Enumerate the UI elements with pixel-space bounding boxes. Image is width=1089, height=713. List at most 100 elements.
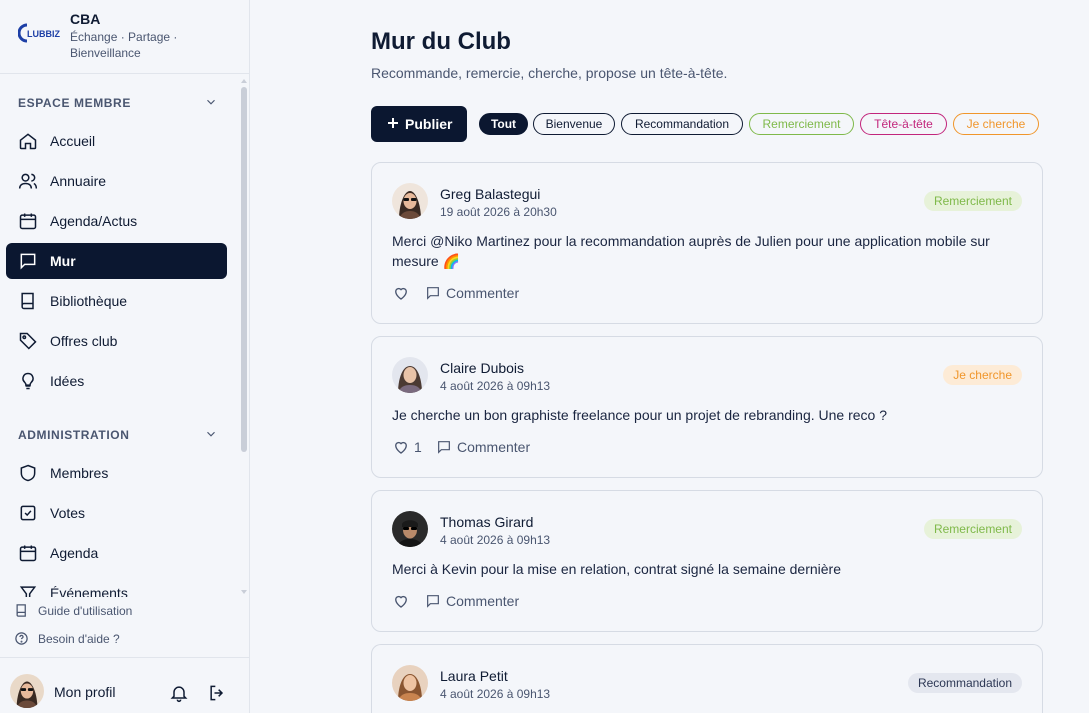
- sidebar-item-label: Agenda: [50, 545, 99, 561]
- filter-tete-a-tete[interactable]: Tête-à-tête: [860, 113, 947, 135]
- sidebar-item-mur[interactable]: Mur: [6, 243, 227, 279]
- sidebar-item-agenda-actus[interactable]: Agenda/Actus: [6, 203, 227, 239]
- sidebar-item-label: Annuaire: [50, 173, 107, 189]
- comment-label: Commenter: [446, 593, 520, 609]
- post-text: Je cherche un bon graphiste freelance po…: [392, 407, 887, 423]
- heart-icon[interactable]: [392, 284, 410, 302]
- scroll-down-arrow[interactable]: [240, 589, 248, 595]
- club-tagline: Échange · Partage · Bienveillance: [70, 30, 178, 60]
- calendar-icon: [19, 213, 37, 230]
- calendar-icon: [19, 545, 37, 562]
- post-author[interactable]: Thomas Girard: [440, 514, 533, 530]
- clubbiz-logo: LUBBIZ: [18, 23, 60, 43]
- comment-icon: [427, 287, 439, 300]
- avatar[interactable]: [392, 357, 428, 393]
- post-card: Claire Dubois 4 août 2026 à 09h13 Je che…: [371, 336, 1043, 478]
- page-title: Mur du Club: [371, 28, 511, 55]
- comment-label: Commenter: [457, 439, 531, 455]
- sidebar-item-label: Agenda/Actus: [50, 213, 138, 229]
- post-date: 19 août 2026 à 20h30: [440, 205, 557, 219]
- guide-label: Guide d'utilisation: [38, 604, 133, 618]
- sidebar-item-votes[interactable]: Votes: [6, 495, 227, 531]
- avatar[interactable]: [392, 665, 428, 701]
- heart-icon[interactable]: [392, 592, 410, 610]
- sidebar-item-accueil[interactable]: Accueil: [6, 123, 227, 159]
- logout-icon[interactable]: [207, 683, 227, 703]
- sidebar-nav: ESPACE MEMBRE Accueil Annuaire Agenda/Ac…: [0, 75, 248, 597]
- home-icon: [19, 133, 37, 150]
- sidebar-scrollbar-thumb[interactable]: [241, 87, 247, 452]
- club-name: CBA: [70, 11, 101, 27]
- sidebar-item-label: Membres: [50, 465, 109, 481]
- sidebar-item-label: Idées: [50, 373, 85, 389]
- scroll-up-arrow[interactable]: [240, 78, 248, 84]
- bell-icon[interactable]: [169, 683, 189, 703]
- filter-bienvenue[interactable]: Bienvenue: [533, 113, 615, 135]
- section-label: ESPACE MEMBRE: [18, 96, 131, 110]
- sidebar-item-idees[interactable]: Idées: [6, 363, 227, 399]
- post-text: Merci à Kevin pour la mise en relation, …: [392, 561, 842, 577]
- message-square-icon: [20, 253, 36, 270]
- section-administration[interactable]: ADMINISTRATION: [18, 428, 218, 442]
- book-icon: [16, 604, 26, 617]
- avatar[interactable]: [392, 511, 428, 547]
- sidebar-item-annuaire[interactable]: Annuaire: [6, 163, 227, 199]
- svg-text:LUBBIZ: LUBBIZ: [27, 29, 60, 39]
- avatar[interactable]: [392, 183, 428, 219]
- lightbulb-icon: [22, 372, 34, 390]
- post-date: 4 août 2026 à 09h13: [440, 687, 551, 701]
- filter-recommandation[interactable]: Recommandation: [621, 113, 743, 135]
- publish-button[interactable]: Publier: [371, 106, 467, 142]
- category-badge: Je cherche: [943, 365, 1022, 385]
- avatar[interactable]: [10, 674, 44, 708]
- post-author[interactable]: Laura Petit: [440, 668, 508, 684]
- my-profile-link[interactable]: Mon profil: [54, 684, 115, 700]
- sidebar-item-agenda[interactable]: Agenda: [6, 535, 227, 571]
- filter-je-cherche[interactable]: Je cherche: [953, 113, 1039, 135]
- heart-icon[interactable]: [392, 438, 410, 456]
- sidebar-item-label: Offres club: [50, 333, 118, 349]
- comment-icon: [438, 441, 450, 454]
- help-label: Besoin d'aide ?: [38, 632, 120, 646]
- filter-icon: [19, 586, 37, 597]
- sidebar-item-label: Événements: [50, 585, 128, 597]
- profile-bar: Mon profil: [0, 657, 249, 713]
- post-text: Merci @Niko Martinez pour la recommandat…: [392, 233, 990, 269]
- post-author[interactable]: Greg Balastegui: [440, 186, 540, 202]
- checkbox-icon: [20, 505, 36, 521]
- filter-tout[interactable]: Tout: [479, 113, 528, 135]
- category-badge: Remerciement: [923, 191, 1022, 211]
- post-date: 4 août 2026 à 09h13: [440, 379, 551, 393]
- sidebar: LUBBIZ CBA Échange · Partage · Bienveill…: [0, 0, 250, 713]
- plus-icon: [388, 118, 398, 128]
- like-count: 1: [414, 439, 422, 455]
- post-card: Thomas Girard 4 août 2026 à 09h13 Remerc…: [371, 490, 1043, 632]
- sidebar-item-bibliotheque[interactable]: Bibliothèque: [6, 283, 227, 319]
- sidebar-item-evenements[interactable]: Événements: [6, 575, 227, 597]
- section-label: ADMINISTRATION: [18, 428, 130, 442]
- sidebar-item-label: Accueil: [50, 133, 96, 149]
- users-icon: [18, 173, 38, 189]
- tag-icon: [19, 332, 37, 350]
- section-espace-membre[interactable]: ESPACE MEMBRE: [18, 96, 218, 110]
- chevron-down-icon: [207, 99, 215, 105]
- category-badge: Recommandation: [907, 673, 1022, 693]
- sidebar-item-offres-club[interactable]: Offres club: [6, 323, 227, 359]
- post-card: Laura Petit 4 août 2026 à 09h13 Recomman…: [371, 644, 1043, 713]
- page-subtitle: Recommande, remercie, cherche, propose u…: [371, 65, 728, 81]
- comment-label: Commenter: [446, 285, 520, 301]
- post-card: Greg Balastegui 19 août 2026 à 20h30 Rem…: [371, 162, 1043, 324]
- publish-label: Publier: [405, 116, 453, 132]
- sidebar-item-label: Votes: [50, 505, 86, 521]
- sidebar-item-label: Mur: [50, 253, 76, 269]
- post-author[interactable]: Claire Dubois: [440, 360, 524, 376]
- sidebar-item-membres[interactable]: Membres: [6, 455, 227, 491]
- comment-icon: [427, 595, 439, 608]
- category-badge: Remerciement: [923, 519, 1022, 539]
- shield-icon: [20, 464, 36, 482]
- help-circle-icon: [15, 632, 28, 645]
- sidebar-item-label: Bibliothèque: [50, 293, 128, 309]
- chevron-down-icon: [207, 431, 215, 437]
- post-date: 4 août 2026 à 09h13: [440, 533, 551, 547]
- filter-remerciement[interactable]: Remerciement: [749, 113, 854, 135]
